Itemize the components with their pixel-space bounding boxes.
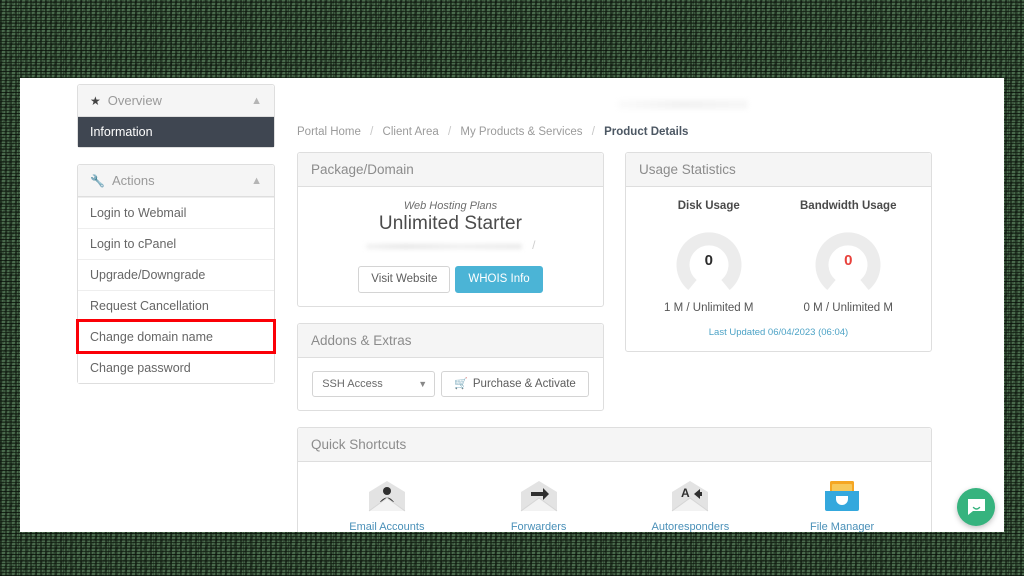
breadcrumb: Portal Home / Client Area / My Products …	[297, 84, 994, 152]
envelope-autoreply-icon: A	[617, 476, 765, 516]
envelope-user-icon	[313, 476, 461, 516]
right-column: Usage Statistics Disk Usage 0 1 M / Unli…	[625, 152, 932, 368]
whois-info-button[interactable]: WHOIS Info	[455, 266, 543, 293]
domain-suffix: /	[532, 238, 536, 252]
sidebar-item-information-label: Information	[90, 125, 153, 139]
sidebar-panel-overview-header[interactable]: ★ Overview ▲	[78, 85, 274, 117]
addon-select[interactable]: SSH Access ▼	[312, 370, 436, 398]
purchase-activate-button[interactable]: 🛒 Purchase & Activate	[441, 370, 589, 398]
sidebar: ★ Overview ▲ Information 🔧 Actions ▲ Log…	[76, 84, 276, 400]
usage-gauges: Disk Usage 0 1 M / Unlimited M Bandwidth…	[639, 200, 918, 314]
sidebar-item-change-password[interactable]: Change password	[78, 352, 274, 383]
disk-usage-gauge: Disk Usage 0 1 M / Unlimited M	[639, 200, 779, 314]
shortcut-autoresponders-label: Autoresponders	[651, 521, 730, 532]
usage-statistics-header: Usage Statistics	[626, 153, 931, 187]
bandwidth-usage-value: 0	[844, 252, 853, 269]
browser-page: ★ Overview ▲ Information 🔧 Actions ▲ Log…	[20, 78, 1004, 532]
disk-usage-dial: 0	[671, 226, 747, 292]
svg-text:A: A	[681, 486, 690, 500]
disk-usage-caption: 1 M / Unlimited M	[664, 302, 754, 314]
sidebar-item-label: Login to cPanel	[90, 237, 177, 251]
usage-last-updated: Last Updated 06/04/2023 (06:04)	[708, 327, 849, 338]
sidebar-panel-overview: ★ Overview ▲ Information	[77, 84, 275, 148]
sidebar-item-label: Change password	[90, 361, 191, 375]
file-manager-box-icon	[768, 476, 916, 516]
chevron-up-icon[interactable]: ▲	[251, 175, 262, 187]
sidebar-item-label: Upgrade/Downgrade	[90, 268, 206, 282]
shortcut-file-manager[interactable]: File Manager	[766, 472, 918, 532]
package-domain-body: Web Hosting Plans Unlimited Starter / Vi…	[298, 187, 603, 306]
breadcrumb-portal-home[interactable]: Portal Home	[297, 126, 361, 138]
shortcut-forwarders-label: Forwarders	[510, 521, 567, 532]
bandwidth-usage-gauge: Bandwidth Usage 0 0 M / Unlimited M	[779, 200, 919, 314]
shortcut-forwarders[interactable]: Forwarders	[463, 472, 615, 532]
desktop-background: ★ Overview ▲ Information 🔧 Actions ▲ Log…	[0, 0, 1024, 576]
addons-extras-card: Addons & Extras SSH Access ▼ 🛒 Purchase …	[297, 322, 604, 412]
package-domain-buttons: Visit Website WHOIS Info	[311, 266, 590, 293]
redaction-blur	[365, 244, 522, 249]
disk-usage-value: 0	[704, 252, 713, 269]
plan-name-label: Unlimited Starter	[378, 213, 523, 234]
usage-statistics-body: Disk Usage 0 1 M / Unlimited M Bandwidth…	[626, 187, 931, 351]
chevron-down-icon: ▼	[418, 378, 428, 389]
top-cards-row: Package/Domain Web Hosting Plans Unlimit…	[297, 152, 994, 427]
sidebar-panel-actions-title: Actions	[111, 173, 155, 188]
sidebar-item-login-to-webmail[interactable]: Login to Webmail	[78, 197, 274, 228]
addon-select-value: SSH Access	[322, 377, 383, 390]
bandwidth-usage-dial: 0	[810, 226, 886, 292]
breadcrumb-client-area[interactable]: Client Area	[383, 126, 439, 138]
envelope-arrow-icon	[465, 476, 613, 516]
sidebar-item-request-cancellation[interactable]: Request Cancellation	[78, 290, 274, 321]
chat-launcher-button[interactable]	[957, 488, 995, 526]
quick-shortcuts-header: Quick Shortcuts	[298, 428, 931, 463]
visit-website-button[interactable]: Visit Website	[358, 266, 451, 293]
cart-icon: 🛒	[454, 377, 468, 390]
star-icon: ★	[90, 93, 101, 108]
breadcrumb-separator: /	[370, 126, 374, 138]
wrench-icon: 🔧	[90, 173, 105, 188]
breadcrumb-my-products-services[interactable]: My Products & Services	[460, 126, 582, 138]
disk-usage-title: Disk Usage	[677, 200, 740, 212]
sidebar-item-label: Change domain name	[90, 330, 213, 344]
bandwidth-usage-caption: 0 M / Unlimited M	[803, 302, 893, 314]
left-column: Package/Domain Web Hosting Plans Unlimit…	[297, 152, 604, 427]
breadcrumb-separator: /	[591, 126, 595, 138]
breadcrumb-separator: /	[448, 126, 452, 138]
sidebar-item-change-domain-name[interactable]: Change domain name	[76, 319, 276, 354]
sidebar-panel-overview-title: Overview	[107, 93, 162, 108]
quick-shortcuts-body: Email Accounts Forwarders A Autoresponde…	[298, 462, 931, 532]
sidebar-panel-actions-header[interactable]: 🔧 Actions ▲	[78, 165, 274, 197]
addon-controls: SSH Access ▼ 🛒 Purchase & Activate	[311, 370, 590, 398]
sidebar-item-upgrade-downgrade[interactable]: Upgrade/Downgrade	[78, 259, 274, 290]
sidebar-panel-actions: 🔧 Actions ▲ Login to Webmail Login to cP…	[76, 164, 276, 384]
purchase-activate-label: Purchase & Activate	[472, 377, 576, 390]
domain-name-redacted: /	[365, 238, 536, 254]
bandwidth-usage-title: Bandwidth Usage	[800, 200, 897, 212]
shortcut-file-manager-label: File Manager	[810, 521, 875, 532]
shortcut-autoresponders[interactable]: A Autoresponders	[615, 472, 767, 532]
main-content: Portal Home / Client Area / My Products …	[297, 84, 994, 532]
chat-bubble-icon	[967, 498, 985, 515]
addons-extras-body: SSH Access ▼ 🛒 Purchase & Activate	[298, 358, 603, 411]
sidebar-item-information[interactable]: Information	[78, 117, 274, 147]
plan-group-label: Web Hosting Plans	[403, 200, 498, 212]
usage-statistics-card: Usage Statistics Disk Usage 0 1 M / Unli…	[625, 152, 932, 352]
sidebar-item-label: Login to Webmail	[90, 206, 187, 220]
quick-shortcuts-card: Quick Shortcuts Email Accounts Forwarder…	[297, 427, 932, 532]
sidebar-item-login-to-cpanel[interactable]: Login to cPanel	[78, 228, 274, 259]
quick-shortcuts-grid: Email Accounts Forwarders A Autoresponde…	[311, 462, 918, 532]
package-domain-card: Package/Domain Web Hosting Plans Unlimit…	[297, 152, 604, 307]
addons-extras-header: Addons & Extras	[298, 323, 603, 358]
shortcut-email-accounts-label: Email Accounts	[349, 521, 425, 532]
package-domain-header: Package/Domain	[298, 153, 603, 187]
shortcut-email-accounts[interactable]: Email Accounts	[311, 472, 463, 532]
chevron-up-icon[interactable]: ▲	[251, 95, 262, 107]
breadcrumb-product-details: Product Details	[604, 126, 689, 138]
sidebar-item-label: Request Cancellation	[90, 299, 209, 313]
